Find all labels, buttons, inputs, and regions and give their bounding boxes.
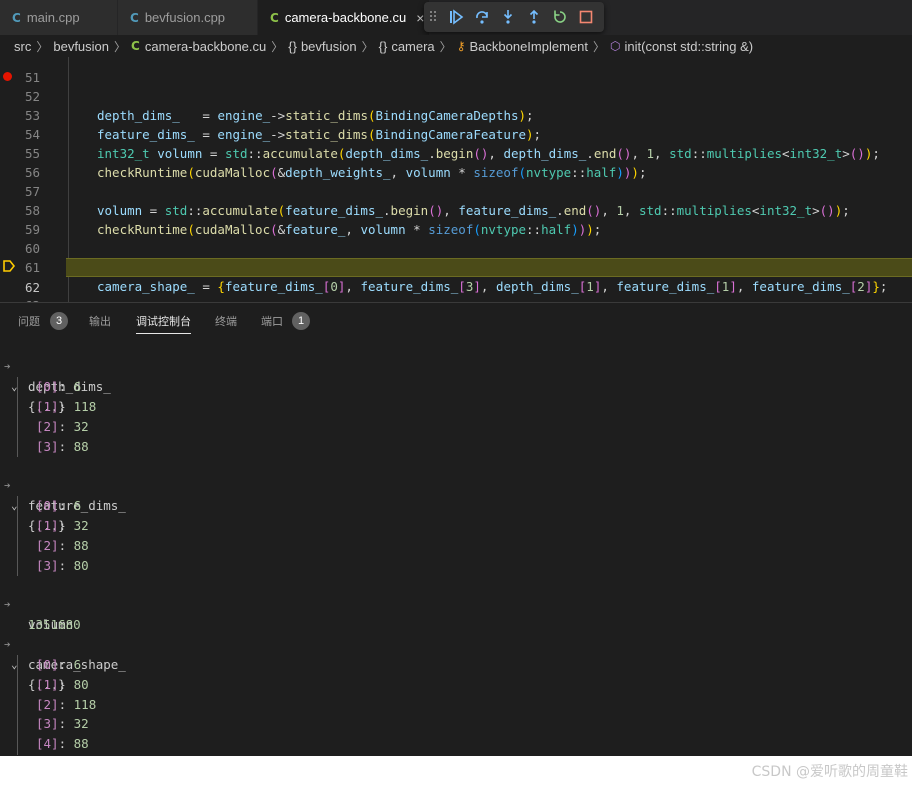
chevron-right-icon: 〉 (593, 39, 606, 54)
stop-icon[interactable] (576, 7, 596, 27)
code-line: 59 (0, 201, 912, 237)
method-icon: ⬡ (610, 39, 621, 53)
code-line: 60 // N C D H W (0, 220, 912, 275)
chevron-right-icon: 〉 (271, 39, 284, 54)
ports-count-badge: 1 (292, 312, 310, 330)
breadcrumb-file[interactable]: camera-backbone.cu (145, 39, 266, 54)
restart-icon[interactable] (550, 7, 570, 27)
console-expression: ➔ depth_dims_ (0, 337, 300, 394)
console-expression: ➔ feature_dims_ (0, 456, 300, 513)
bottom-panel: 问题 3 输出 调试控制台 终端 端口 1 ➔ depth_dims_ ⌄ {.… (0, 302, 912, 756)
debug-current-line-arrow-icon (2, 258, 16, 277)
chevron-right-icon: 〉 (36, 39, 49, 54)
array-entry: [0]: 6 (36, 379, 82, 394)
code-line: 58 checkRuntime(cudaMalloc(&feature_, vo… (0, 182, 912, 237)
breadcrumb-method[interactable]: init(const std::string &) (625, 39, 754, 54)
breadcrumb-folder[interactable]: bevfusion (53, 39, 109, 54)
breadcrumb: src 〉 bevfusion 〉 C camera-backbone.cu 〉… (0, 35, 912, 57)
cuda-file-icon: C (131, 39, 140, 53)
array-entry: [3]: 32 (36, 716, 89, 731)
namespace-icon: {} (288, 38, 297, 54)
array-entry: [1]: 80 (36, 677, 89, 692)
problems-count-badge: 3 (50, 312, 68, 330)
namespace-icon: {} (378, 38, 388, 54)
step-into-icon[interactable] (498, 7, 518, 27)
tab-main-cpp[interactable]: C main.cpp (0, 0, 118, 35)
step-over-icon[interactable] (472, 7, 492, 27)
tab-label: bevfusion.cpp (144, 10, 226, 25)
continue-icon[interactable] (446, 7, 466, 27)
code-line: 61 camera_shape_ = {feature_dims_[0], fe… (0, 239, 912, 294)
breadcrumb-src[interactable]: src (14, 39, 31, 54)
chevron-right-icon: 〉 (439, 39, 452, 54)
drag-handle-icon[interactable] (430, 11, 438, 23)
cuda-file-icon: C (270, 10, 279, 25)
code-line: 52 depth_dims_ = engine_->static_dims(Bi… (0, 68, 912, 123)
image-footer: CSDN @爱听歌的周童鞋 (0, 756, 912, 786)
console-result: 1351680 (0, 595, 300, 632)
array-entry: [2]: 118 (36, 697, 97, 712)
class-icon: ⚷ (456, 39, 466, 53)
breadcrumb-class[interactable]: BackboneImplement (469, 39, 588, 54)
chevron-right-icon: 〉 (361, 39, 374, 54)
console-object[interactable]: ⌄ {...} (0, 476, 300, 533)
array-entry: [1]: 32 (36, 518, 89, 533)
array-entry: [3]: 80 (36, 558, 89, 573)
code-line: 54 int32_t volumn = std::accumulate(dept… (0, 106, 912, 161)
code-line: 57 volumn = std::accumulate(feature_dims… (0, 163, 912, 218)
watermark: CSDN @爱听歌的周童鞋 (751, 764, 908, 780)
tab-terminal[interactable]: 终端 (215, 313, 237, 329)
code-line: 56 (0, 144, 912, 180)
tab-label: camera-backbone.cu (284, 10, 407, 25)
console-object[interactable]: ⌄ {...} (0, 357, 300, 414)
tab-bevfusion-cpp[interactable]: C bevfusion.cpp (118, 0, 258, 35)
array-entry: [1]: 118 (36, 399, 97, 414)
breadcrumb-namespace-camera[interactable]: camera (391, 39, 434, 54)
array-entry: [0]: 6 (36, 498, 82, 513)
code-line: 51 (0, 57, 912, 85)
code-editor[interactable]: 51 52 depth_dims_ = engine_->static_dims… (0, 57, 912, 302)
array-entry: [2]: 88 (36, 538, 89, 553)
code-line: 63 } (0, 277, 912, 302)
tab-label: main.cpp (26, 10, 80, 25)
current-execution-line: 62 return true; (25, 258, 912, 302)
console-object[interactable]: ⌄ {...} (0, 635, 300, 692)
array-entry: [4]: 88 (36, 736, 89, 751)
editor-tab-bar: C main.cpp C bevfusion.cpp C camera-back… (0, 0, 912, 35)
console-expression: ➔ volumn (0, 575, 300, 632)
console-expression: ➔ camera_shape_ (0, 615, 300, 672)
array-entry: [2]: 32 (36, 419, 89, 434)
debug-toolbar (424, 2, 604, 32)
tab-output[interactable]: 输出 (89, 313, 111, 329)
chevron-right-icon: 〉 (114, 39, 127, 54)
c-file-icon: C (130, 10, 139, 25)
array-entry: [0]: 6 (36, 657, 82, 672)
tab-debug-console[interactable]: 调试控制台 (136, 313, 191, 334)
array-entry: [3]: 88 (36, 439, 89, 454)
code-line: 55 checkRuntime(cudaMalloc(&depth_weight… (0, 125, 912, 180)
tab-camera-backbone-cu[interactable]: C camera-backbone.cu × (258, 0, 430, 35)
breadcrumb-namespace-bevfusion[interactable]: bevfusion (301, 39, 357, 54)
step-out-icon[interactable] (524, 7, 544, 27)
code-line: 53 feature_dims_ = engine_->static_dims(… (0, 87, 912, 142)
tab-ports[interactable]: 端口 (261, 313, 283, 329)
c-file-icon: C (12, 10, 21, 25)
breakpoint-icon[interactable] (3, 72, 12, 81)
tab-problems[interactable]: 问题 (18, 313, 40, 329)
panel-tabs: 问题 3 输出 调试控制台 终端 端口 1 (0, 303, 912, 339)
